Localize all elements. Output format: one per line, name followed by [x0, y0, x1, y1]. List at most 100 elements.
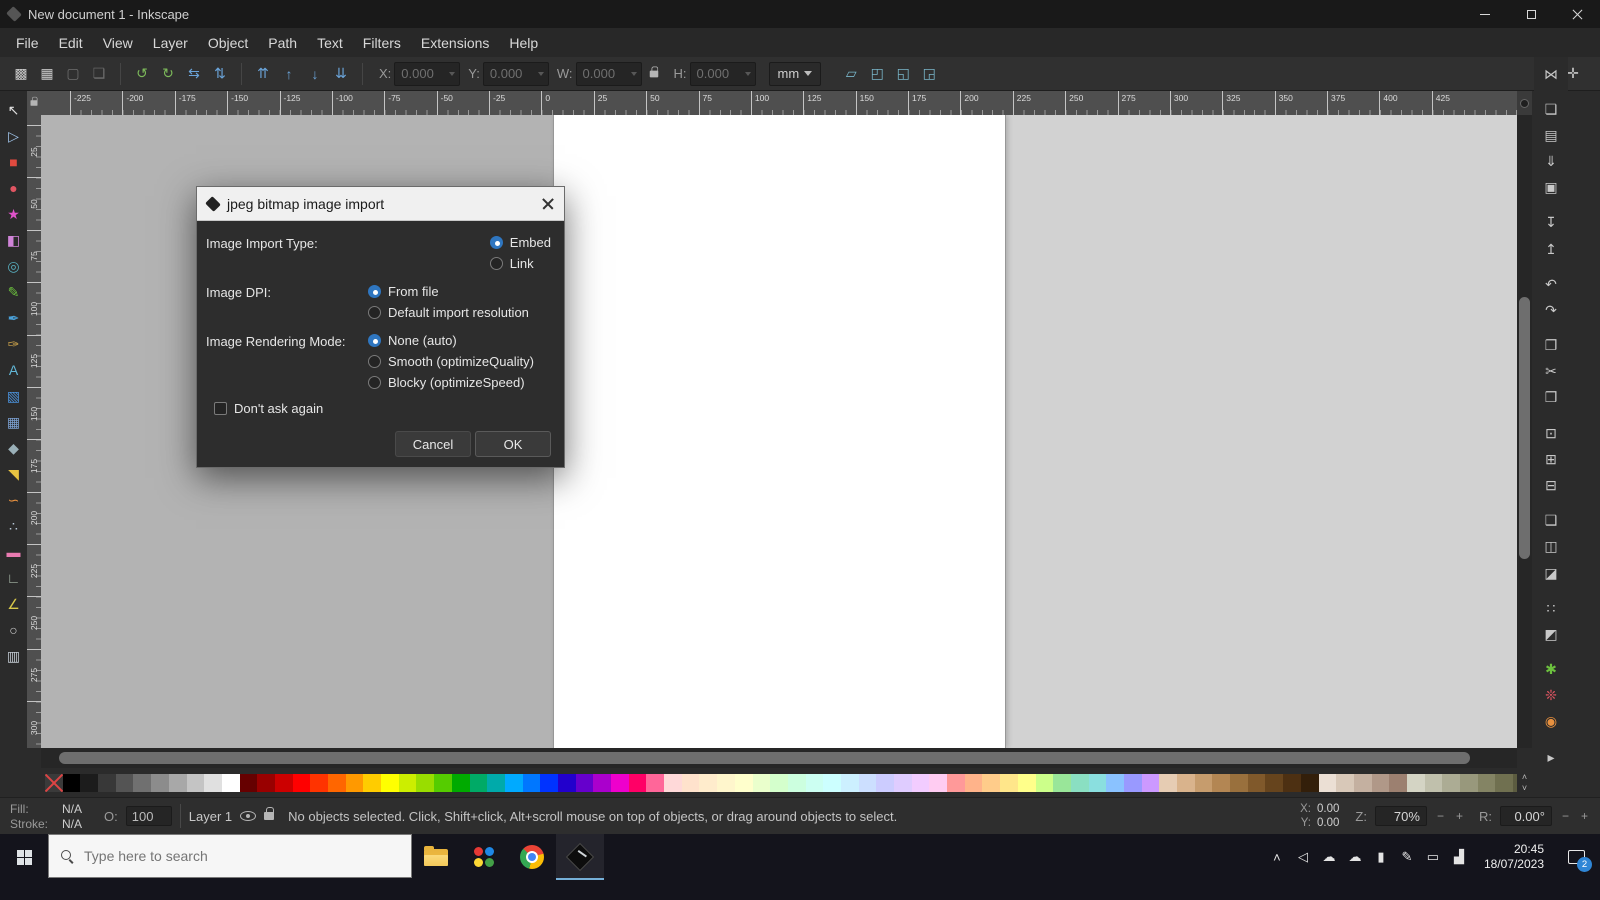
- tray-icon[interactable]: ◁: [1290, 834, 1316, 880]
- palette-swatch[interactable]: [1000, 774, 1018, 792]
- palette-swatch[interactable]: [629, 774, 647, 792]
- layer-selector[interactable]: Layer 1: [189, 809, 232, 824]
- tool-button[interactable]: ▬: [2, 539, 26, 565]
- radio-smooth[interactable]: [368, 355, 381, 368]
- palette-scroll-up-icon[interactable]: ˄: [1522, 772, 1527, 783]
- palette-swatch[interactable]: [1407, 774, 1425, 792]
- command-button[interactable]: ↷: [1537, 297, 1565, 323]
- palette-swatch[interactable]: [1230, 774, 1248, 792]
- palette-swatch[interactable]: [965, 774, 983, 792]
- horizontal-scrollbar[interactable]: [41, 748, 1517, 768]
- palette-swatch[interactable]: [470, 774, 488, 792]
- palette-swatch[interactable]: [1212, 774, 1230, 792]
- palette-swatch[interactable]: [381, 774, 399, 792]
- palette-swatch[interactable]: [682, 774, 700, 792]
- toolbar-icon[interactable]: ⇈: [250, 61, 276, 87]
- palette-swatch[interactable]: [1372, 774, 1390, 792]
- tool-button[interactable]: ○: [2, 617, 26, 643]
- rotation-plus-button[interactable]: +: [1579, 809, 1590, 823]
- toolbar-icon[interactable]: ⇅: [207, 61, 233, 87]
- coordinate-field[interactable]: 0.000: [394, 62, 460, 86]
- transform-toggle[interactable]: ◰: [864, 61, 890, 87]
- menu-item[interactable]: Text: [307, 31, 353, 55]
- radio-embed[interactable]: [490, 236, 503, 249]
- palette-swatch[interactable]: [947, 774, 965, 792]
- palette-swatch[interactable]: [1089, 774, 1107, 792]
- palette-swatch[interactable]: [1124, 774, 1142, 792]
- palette-swatch[interactable]: [310, 774, 328, 792]
- taskbar-file-explorer[interactable]: [412, 834, 460, 880]
- palette-swatch[interactable]: [1354, 774, 1372, 792]
- palette-swatch[interactable]: [399, 774, 417, 792]
- palette-swatch[interactable]: [894, 774, 912, 792]
- palette-swatch[interactable]: [257, 774, 275, 792]
- command-button[interactable]: ❐: [1537, 333, 1565, 359]
- vertical-scrollbar[interactable]: [1517, 115, 1532, 748]
- palette-swatch[interactable]: [735, 774, 753, 792]
- minimize-button[interactable]: [1462, 0, 1508, 28]
- palette-swatch[interactable]: [328, 774, 346, 792]
- palette-swatch[interactable]: [346, 774, 364, 792]
- command-button[interactable]: ◫: [1537, 534, 1565, 560]
- palette-swatch[interactable]: [876, 774, 894, 792]
- tool-button[interactable]: ◎: [2, 253, 26, 279]
- palette-swatch[interactable]: [487, 774, 505, 792]
- palette-swatch[interactable]: [1195, 774, 1213, 792]
- tool-button[interactable]: ∴: [2, 513, 26, 539]
- tool-button[interactable]: ✑: [2, 331, 26, 357]
- coordinate-field[interactable]: 0.000: [483, 62, 549, 86]
- command-button[interactable]: ❑: [1537, 508, 1565, 534]
- palette-swatch[interactable]: [452, 774, 470, 792]
- palette-swatch[interactable]: [646, 774, 664, 792]
- taskbar-search[interactable]: [48, 834, 412, 878]
- hscroll-thumb[interactable]: [59, 752, 1470, 764]
- tray-icon[interactable]: ☁: [1342, 834, 1368, 880]
- vscroll-thumb[interactable]: [1519, 297, 1530, 559]
- menu-item[interactable]: Object: [198, 31, 258, 55]
- palette-swatch[interactable]: [611, 774, 629, 792]
- palette-swatch[interactable]: [363, 774, 381, 792]
- toolbar-icon[interactable]: ▢: [60, 61, 86, 87]
- tool-button[interactable]: ◆: [2, 435, 26, 461]
- palette-swatch[interactable]: [1301, 774, 1319, 792]
- command-button[interactable]: ❊: [1537, 683, 1565, 709]
- palette-swatch[interactable]: [151, 774, 169, 792]
- tool-button[interactable]: ●: [2, 175, 26, 201]
- palette-swatch[interactable]: [80, 774, 98, 792]
- tray-icon[interactable]: ▟: [1446, 834, 1472, 880]
- layer-visibility-icon[interactable]: [240, 811, 256, 821]
- radio-link[interactable]: [490, 257, 503, 270]
- no-color-swatch[interactable]: [45, 774, 63, 792]
- action-center-button[interactable]: 2: [1556, 834, 1596, 880]
- command-button[interactable]: ↥: [1537, 236, 1565, 262]
- palette-swatch[interactable]: [788, 774, 806, 792]
- coordinate-field[interactable]: 0.000: [576, 62, 642, 86]
- palette-swatch[interactable]: [593, 774, 611, 792]
- palette-swatch[interactable]: [699, 774, 717, 792]
- command-button[interactable]: ◉: [1537, 709, 1565, 735]
- layer-lock-icon[interactable]: [264, 812, 274, 820]
- palette-scroll-down-icon[interactable]: ˅: [1522, 783, 1527, 794]
- palette-swatch[interactable]: [770, 774, 788, 792]
- palette-swatch[interactable]: [293, 774, 311, 792]
- command-button[interactable]: ▣: [1537, 175, 1565, 201]
- palette-swatch[interactable]: [1319, 774, 1337, 792]
- maximize-button[interactable]: [1508, 0, 1554, 28]
- taskbar-clock[interactable]: 20:45 18/07/2023: [1474, 834, 1554, 880]
- dont-ask-checkbox[interactable]: [214, 402, 227, 415]
- palette-swatch[interactable]: [576, 774, 594, 792]
- palette-swatch[interactable]: [558, 774, 576, 792]
- radio-from-file[interactable]: [368, 285, 381, 298]
- unit-dropdown[interactable]: mm: [769, 62, 822, 86]
- command-button[interactable]: ⊟: [1537, 472, 1565, 498]
- palette-swatch[interactable]: [929, 774, 947, 792]
- ok-button[interactable]: OK: [475, 431, 551, 457]
- toolbar-icon[interactable]: ↑: [276, 61, 302, 87]
- menu-item[interactable]: Path: [258, 31, 307, 55]
- palette-swatch[interactable]: [841, 774, 859, 792]
- palette-swatch[interactable]: [116, 774, 134, 792]
- palette-swatch[interactable]: [1283, 774, 1301, 792]
- palette-swatch[interactable]: [240, 774, 258, 792]
- menu-item[interactable]: File: [6, 31, 49, 55]
- palette-swatch[interactable]: [222, 774, 240, 792]
